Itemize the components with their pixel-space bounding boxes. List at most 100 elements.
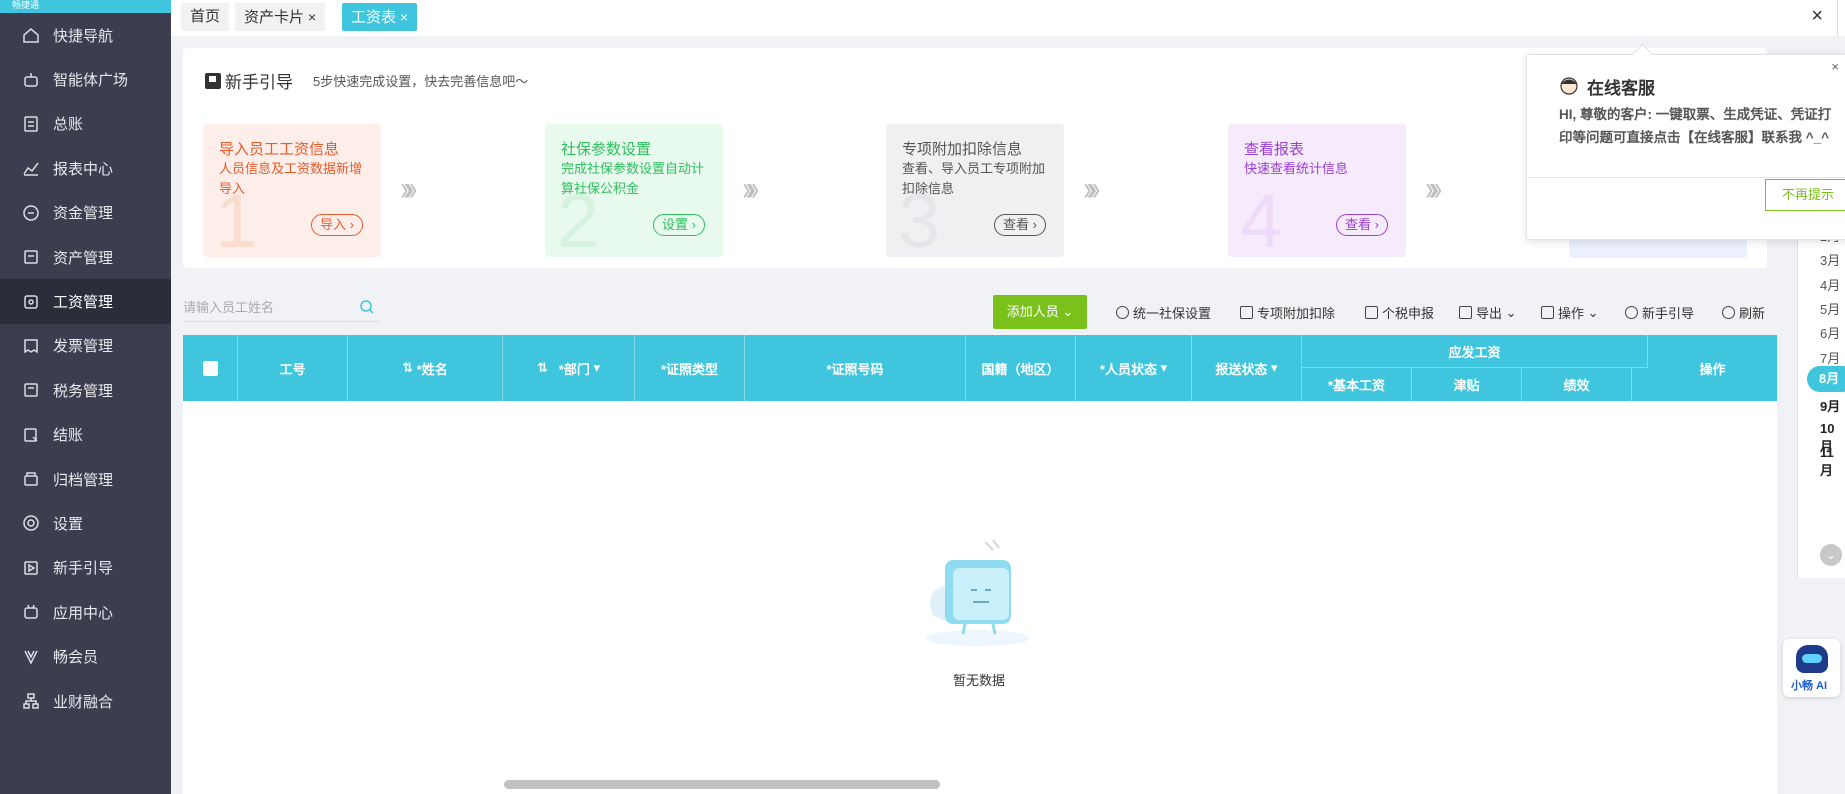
app-icon [22, 603, 40, 621]
col-performance[interactable]: 绩效 [1522, 368, 1632, 401]
step-desc: 快速查看统计信息 [1244, 161, 1349, 176]
sort-icon[interactable]: ⇅ [402, 360, 417, 376]
gear-icon [22, 514, 40, 532]
col-nationality[interactable]: 国籍（地区） [966, 335, 1076, 401]
col-report-status[interactable]: 报送状态 ▾ [1192, 335, 1302, 401]
sidebar-item-label: 总账 [53, 116, 84, 134]
close-all-icon[interactable]: × [1811, 5, 1823, 28]
sidebar-item-asset[interactable]: 资产管理 [0, 235, 171, 279]
double-chevron-right-icon: »» [1425, 170, 1442, 208]
sidebar-item-play[interactable]: 新手引导 [0, 546, 171, 590]
sidebar-item-label: 归档管理 [53, 471, 114, 489]
service-avatar-icon [1560, 77, 1578, 95]
col-group-payable: 应发工资 [1302, 335, 1648, 368]
filter-icon[interactable]: ▾ [1267, 360, 1278, 376]
tab-close-icon[interactable]: × [308, 9, 316, 25]
month-item[interactable]: 11月 [1820, 445, 1845, 479]
scroll-edge [1837, 0, 1845, 36]
month-item[interactable]: 3月 [1820, 250, 1840, 269]
sidebar-item-close-account[interactable]: 结账 [0, 413, 171, 457]
archive-icon [22, 470, 40, 488]
guide-step-deduction: 专项附加扣除信息 查看、导入员工专项附加扣除信息 3 查看 › [886, 124, 1064, 257]
step-title: 查看报表 [1244, 141, 1305, 158]
sidebar-item-chart[interactable]: 报表中心 [0, 146, 171, 190]
sidebar-item-payroll[interactable]: 工资管理 [0, 279, 171, 324]
tab-asset-card[interactable]: 资产卡片 × [235, 3, 326, 31]
chevron-right-icon: › [1374, 217, 1379, 232]
view-report-button[interactable]: 查看 › [1336, 214, 1388, 236]
ledger-icon [22, 115, 40, 133]
beginner-guide-button[interactable]: 新手引导 [1625, 303, 1694, 322]
tab-close-icon[interactable]: × [400, 9, 408, 25]
sidebar-item-org[interactable]: 业财融合 [0, 679, 171, 723]
tax-icon [22, 381, 40, 399]
sidebar-item-robot[interactable]: 智能体广场 [0, 57, 171, 101]
empty-data-text: 暂无数据 [953, 673, 1006, 688]
select-all-cell [183, 335, 238, 401]
horizontal-scrollbar[interactable] [504, 780, 940, 789]
filter-icon[interactable]: ▾ [590, 360, 600, 376]
sidebar-item-archive[interactable]: 归档管理 [0, 457, 171, 501]
sidebar-item-label: 报表中心 [53, 160, 114, 178]
guide-step-social: 社保参数设置 完成社保参数设置自动计算社保公积金 2 设置 › [545, 124, 723, 257]
export-icon [1459, 306, 1472, 319]
filter-icon[interactable]: ▾ [1157, 360, 1168, 376]
scroll-down-icon[interactable]: ⌄ [1820, 544, 1842, 566]
settings-button[interactable]: 设置 › [653, 214, 705, 236]
special-deduction-button[interactable]: 专项附加扣除 [1240, 303, 1335, 322]
col-cert-number[interactable]: *证照号码 [745, 335, 966, 401]
col-allowance[interactable]: 津贴 [1412, 368, 1522, 401]
double-chevron-right-icon: »» [742, 170, 759, 208]
refresh-button[interactable]: 刷新 [1722, 303, 1765, 322]
sidebar-item-label: 资产管理 [53, 249, 114, 267]
employee-search-input[interactable]: 请输入员工姓名 [183, 294, 379, 322]
month-item[interactable]: 7月 [1820, 348, 1840, 367]
operate-icon [1541, 306, 1554, 319]
sidebar-item-tax[interactable]: 税务管理 [0, 368, 171, 412]
col-department[interactable]: ⇅ *部门 ▾ [503, 335, 635, 401]
import-button[interactable]: 导入 › [311, 214, 363, 236]
search-icon[interactable] [359, 299, 375, 315]
step-number: 3 [898, 179, 941, 258]
sidebar-item-gear[interactable]: 设置 [0, 501, 171, 545]
no-more-remind-button[interactable]: 不再提示 [1765, 179, 1845, 211]
month-item[interactable]: 4月 [1820, 275, 1840, 294]
sidebar: 畅捷通 快捷导航 智能体广场总账报表中心资金管理资产管理工资管理 发票管理 税务管理结… [0, 0, 171, 794]
tax-declare-button[interactable]: 个税申报 [1365, 303, 1434, 322]
operate-button[interactable]: 操作 ⌄ [1541, 303, 1599, 322]
col-person-status[interactable]: *人员状态 ▾ [1076, 335, 1192, 401]
sidebar-item-money[interactable]: 资金管理 [0, 191, 171, 235]
view-deduction-button[interactable]: 查看 › [994, 214, 1046, 236]
asset-icon [22, 248, 40, 266]
month-item[interactable]: 8月 [1807, 366, 1845, 392]
col-name[interactable]: ⇅ *姓名 [348, 335, 503, 401]
export-button[interactable]: 导出 ⌄ [1459, 303, 1517, 322]
sidebar-item-home[interactable]: 快捷导航 [0, 13, 171, 57]
sidebar-item-ledger[interactable]: 总账 [0, 102, 171, 146]
sidebar-item-label: 应用中心 [53, 604, 114, 622]
col-employee-id[interactable]: 工号 [238, 335, 348, 401]
ai-assistant-button[interactable]: 小畅 AI [1783, 639, 1840, 697]
tab-payroll[interactable]: 工资表 × [342, 3, 418, 31]
month-item[interactable]: 9月 [1820, 396, 1840, 415]
payroll-icon [22, 293, 40, 311]
add-employee-button[interactable]: 添加人员 ⌄ [993, 295, 1087, 329]
robot-icon [22, 71, 40, 89]
money-icon [22, 204, 40, 222]
social-security-setting-button[interactable]: 统一社保设置 [1116, 303, 1211, 322]
col-cert-type[interactable]: *证照类型 [635, 335, 745, 401]
month-item[interactable]: 5月 [1820, 299, 1840, 318]
select-all-checkbox[interactable] [202, 360, 218, 376]
close-icon[interactable]: × [1831, 59, 1839, 74]
search-placeholder: 请输入员工姓名 [183, 300, 275, 315]
tab-home[interactable]: 首页 [181, 3, 230, 31]
col-base-salary[interactable]: *基本工资 [1302, 368, 1412, 401]
month-item[interactable]: 6月 [1820, 323, 1840, 342]
sidebar-item-app[interactable]: 应用中心 [0, 590, 171, 634]
sidebar-item-invoice[interactable]: 发票管理 [0, 324, 171, 368]
sidebar-brand: 畅捷通 [0, 0, 171, 13]
empty-box-illustration [926, 539, 1030, 646]
sidebar-item-vip[interactable]: 畅会员 [0, 634, 171, 678]
people-icon [1116, 306, 1129, 319]
sort-icon[interactable]: ⇅ [537, 360, 559, 376]
